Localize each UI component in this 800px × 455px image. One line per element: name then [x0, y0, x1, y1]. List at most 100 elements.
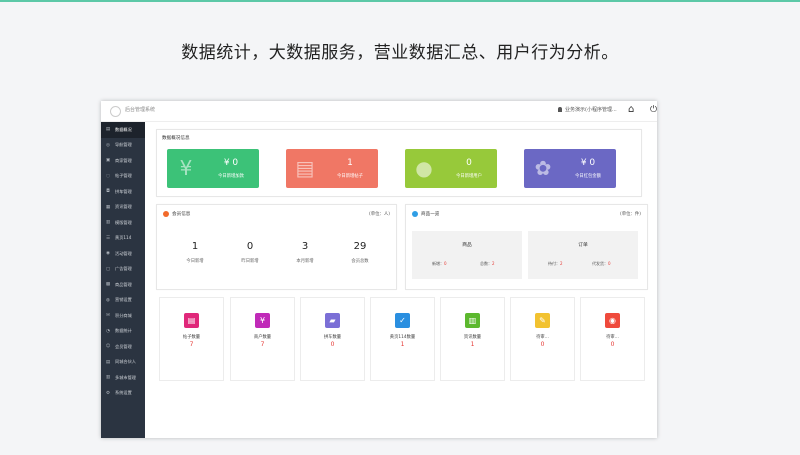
goods-info-icon — [412, 211, 418, 217]
goods-summary-box[interactable]: 商品 新增：0 总数：2 — [412, 231, 522, 279]
app-window: 后台管理系统 业务演示(小程序管理... ⌂ ⏻ ▤ 数据概况 ◎ 导航管理 ▣ 商家… — [101, 101, 657, 438]
logo-icon — [110, 106, 121, 117]
box-title: 订单 — [578, 243, 588, 248]
box-left-stat: 待付：2 — [548, 261, 563, 267]
sidebar-item-label: 营销设置 — [115, 297, 132, 303]
stat-card-posts[interactable]: ▤ 1 今日新增帖子 — [286, 149, 378, 188]
sidebar-item-cities[interactable]: ▥ 多城市管理 — [101, 370, 145, 386]
truck-icon: ▰ — [325, 313, 340, 328]
car-icon: ◘ — [106, 189, 110, 195]
sidebar-item-merchants[interactable]: ▣ 商家管理 — [101, 153, 145, 169]
orders-summary-box[interactable]: 订单 待付：2 代发货：0 — [528, 231, 638, 279]
money-bag-icon: ¥ — [179, 156, 193, 180]
tile-label: 待审... — [606, 335, 619, 340]
stat-label: 本月新增 — [296, 259, 314, 264]
store-icon: ▣ — [105, 158, 111, 164]
tile-carpool[interactable]: ▰ 拼车数量 0 — [300, 297, 365, 381]
sidebar-item-ads[interactable]: ▢ 广告管理 — [101, 262, 145, 278]
sidebar-item-partners[interactable]: ▤ 同城合伙人 — [101, 355, 145, 371]
stat-value: 2 — [560, 261, 563, 266]
edit-icon: ✎ — [535, 313, 550, 328]
sidebar-item-overview[interactable]: ▤ 数据概况 — [101, 122, 145, 138]
sidebar-item-yellowpages[interactable]: ☰ 黄页114 — [101, 231, 145, 247]
sidebar-item-label: 活动管理 — [115, 250, 132, 256]
tile-value: 1 — [470, 341, 475, 348]
stat-label: 今日新增用户 — [456, 174, 482, 179]
marketing-icon: ◍ — [106, 297, 110, 303]
sidebar-item-label: 资讯管理 — [115, 204, 132, 210]
sidebar-item-carpool[interactable]: ◘ 拼车管理 — [101, 184, 145, 200]
phonebook-icon: ☰ — [105, 235, 111, 241]
sidebar-item-marketing[interactable]: ◍ 营销设置 — [101, 293, 145, 309]
stat-card-revenue[interactable]: ¥ ¥ 0 今日新增加款 — [167, 149, 259, 188]
stat-label: 今日红包金额 — [575, 174, 601, 179]
stat-card-redpacket[interactable]: ✿ ¥ 0 今日红包金额 — [524, 149, 616, 188]
sidebar-item-label: 黄页114 — [115, 235, 132, 241]
sidebar-item-members[interactable]: ☺ 会员管理 — [101, 339, 145, 355]
ad-icon: ▢ — [105, 266, 111, 272]
tile-news[interactable]: ▥ 资讯数量 1 — [440, 297, 505, 381]
members-title: 会员信息 — [172, 212, 191, 217]
member-stat-today: 1 今日新增 — [175, 241, 215, 264]
members-panel: 会员信息 (单位：人) 1 今日新增 0 昨日新增 3 本月新增 29 会员总数 — [156, 204, 397, 290]
sidebar-item-settings[interactable]: ⚙ 系统设置 — [101, 386, 145, 402]
stat-number: 0 — [246, 241, 254, 252]
stat-label: 今日新增 — [186, 259, 204, 264]
stat-label: 新增： — [432, 261, 444, 266]
sidebar-item-navigation[interactable]: ◎ 导航管理 — [101, 138, 145, 154]
tile-posts[interactable]: ▤ 帖子数量 7 — [159, 297, 224, 381]
user-menu[interactable]: 业务演示(小程序管理... — [558, 106, 617, 113]
tile-merchants[interactable]: ¥ 商户数量 7 — [230, 297, 295, 381]
stat-value: 0 — [608, 261, 611, 266]
chart-icon: ▤ — [105, 127, 111, 133]
sidebar-item-news[interactable]: ▦ 资讯管理 — [101, 200, 145, 216]
chat-icon: ● — [415, 156, 433, 180]
stat-number: 1 — [191, 241, 199, 252]
sidebar-item-goods[interactable]: ▩ 商品管理 — [101, 277, 145, 293]
sidebar-item-label: 模版管理 — [115, 219, 132, 225]
top-bar: 后台管理系统 业务演示(小程序管理... ⌂ ⏻ — [101, 101, 657, 122]
members-unit: (单位：人) — [369, 212, 390, 217]
goods-panel: 商品一览 (单位：件) 商品 新增：0 总数：2 订单 待付：2 代发货：0 — [405, 204, 648, 290]
stat-card-users[interactable]: ● 0 今日新增用户 — [405, 149, 497, 188]
stat-label: 代发货： — [592, 261, 608, 266]
sidebar-item-points-mall[interactable]: ✉ 积分商城 — [101, 308, 145, 324]
statistics-icon: ◔ — [106, 328, 110, 334]
goods-unit: (单位：件) — [620, 212, 641, 217]
comment-icon: ◌ — [106, 173, 110, 179]
document-icon: ▤ — [184, 313, 199, 328]
top-accent-line — [0, 0, 800, 2]
stat-value: ¥ 0 — [223, 158, 239, 168]
navigation-icon: ◎ — [106, 142, 110, 148]
member-icon: ☺ — [105, 344, 111, 350]
tile-pending-a[interactable]: ✎ 待审... 0 — [510, 297, 575, 381]
stat-value: ¥ 0 — [580, 158, 596, 168]
template-icon: ▥ — [105, 220, 111, 226]
tile-yellowpages[interactable]: ✓ 黄页114数量 1 — [370, 297, 435, 381]
tile-pending-b[interactable]: ◉ 待审... 0 — [580, 297, 645, 381]
stat-number: 29 — [353, 241, 367, 252]
main-content: 数据概况信息 ¥ ¥ 0 今日新增加款 ▤ 1 今日新增帖子 ● 0 今日新增用… — [145, 122, 657, 438]
tile-value: 1 — [400, 341, 405, 348]
box-title: 商品 — [462, 243, 472, 248]
sidebar-item-activities[interactable]: ◉ 活动管理 — [101, 246, 145, 262]
power-icon[interactable]: ⏻ — [650, 105, 657, 115]
sidebar-item-label: 积分商城 — [115, 312, 132, 318]
sidebar-item-label: 商家管理 — [115, 157, 132, 163]
tile-value: 0 — [330, 341, 335, 348]
stat-label: 昨日新增 — [241, 259, 259, 264]
sidebar-item-label: 商品管理 — [115, 281, 132, 287]
sidebar-item-templates[interactable]: ▥ 模版管理 — [101, 215, 145, 231]
clipboard-icon: ✓ — [395, 313, 410, 328]
tile-label: 资讯数量 — [463, 335, 482, 340]
home-icon[interactable]: ⌂ — [628, 105, 634, 115]
stat-value: 0 — [444, 261, 447, 266]
stat-label: 会员总数 — [351, 259, 369, 264]
user-name: 业务演示(小程序管理... — [565, 107, 617, 113]
bag-icon: ¥ — [255, 313, 270, 328]
sidebar-item-label: 会员管理 — [115, 343, 132, 349]
sidebar-item-statistics[interactable]: ◔ 数据统计 — [101, 324, 145, 340]
sidebar-item-posts[interactable]: ◌ 帖子管理 — [101, 169, 145, 185]
goods-icon: ▩ — [105, 282, 111, 288]
redpacket-icon: ✿ — [534, 156, 552, 180]
